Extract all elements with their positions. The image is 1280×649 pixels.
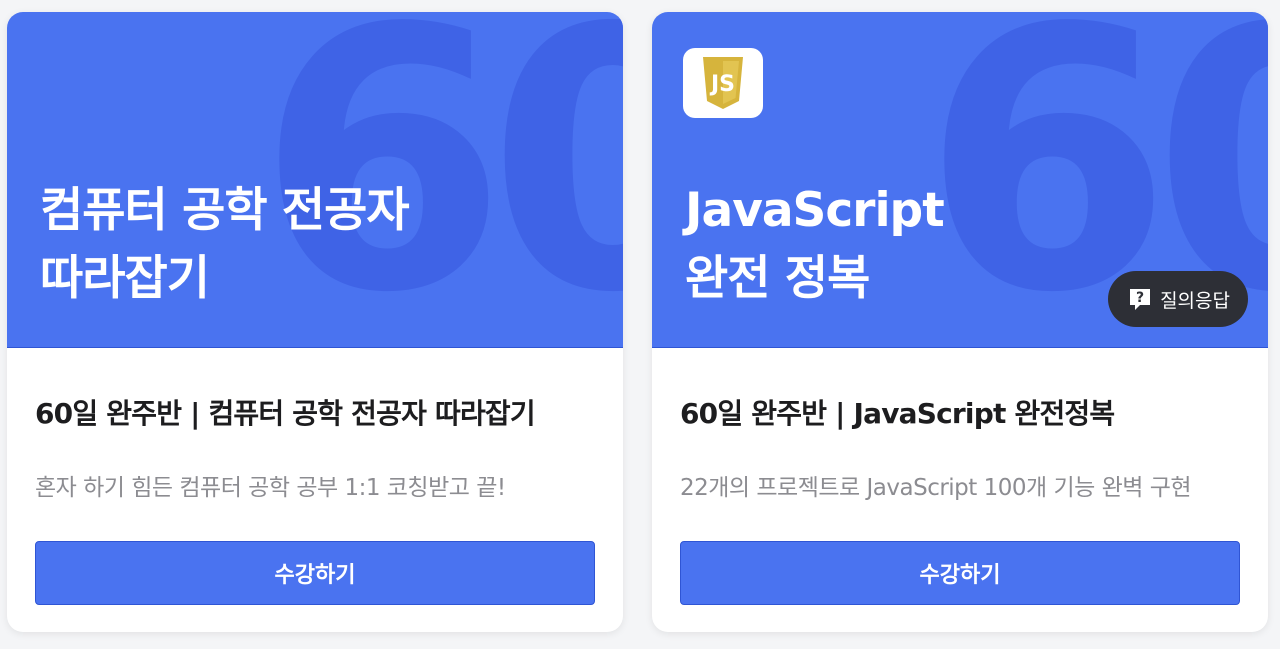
question-icon: ?: [1130, 289, 1151, 310]
course-subtitle: 22개의 프로젝트로 JavaScript 100개 기능 완벽 구현: [680, 475, 1192, 501]
banner-title: JavaScript 완전 정복: [685, 177, 945, 313]
svg-text:?: ?: [1136, 290, 1144, 306]
course-banner[interactable]: 60 JS JavaScript 완전 정복 ? 질의응답: [652, 12, 1268, 348]
banner-title-line1: JavaScript: [685, 183, 945, 238]
course-card-cs[interactable]: 60 컴퓨터 공학 전공자 따라잡기 60일 완주반 | 컴퓨터 공학 전공자 …: [7, 12, 623, 632]
banner-title-line2: 완전 정복: [685, 251, 870, 306]
svg-text:JS: JS: [709, 72, 735, 97]
javascript-logo: JS: [683, 48, 763, 118]
javascript-logo-icon: JS: [703, 57, 743, 109]
qa-button[interactable]: ? 질의응답: [1108, 271, 1248, 327]
banner-title-line1: 컴퓨터 공학 전공자: [40, 183, 410, 238]
course-title[interactable]: 60일 완주반 | JavaScript 완전정복: [680, 392, 1115, 432]
enroll-button[interactable]: 수강하기: [680, 541, 1240, 605]
qa-label: 질의응답: [1160, 289, 1230, 312]
course-subtitle: 혼자 하기 힘든 컴퓨터 공학 공부 1:1 코칭받고 끝!: [35, 475, 506, 501]
course-card-javascript[interactable]: 60 JS JavaScript 완전 정복 ? 질의응답 60일 완주반 | …: [652, 12, 1268, 632]
course-title[interactable]: 60일 완주반 | 컴퓨터 공학 전공자 따라잡기: [35, 392, 536, 432]
banner-title-line2: 따라잡기: [40, 251, 210, 306]
banner-title: 컴퓨터 공학 전공자 따라잡기: [40, 177, 410, 313]
enroll-button[interactable]: 수강하기: [35, 541, 595, 605]
course-banner[interactable]: 60 컴퓨터 공학 전공자 따라잡기: [7, 12, 623, 348]
